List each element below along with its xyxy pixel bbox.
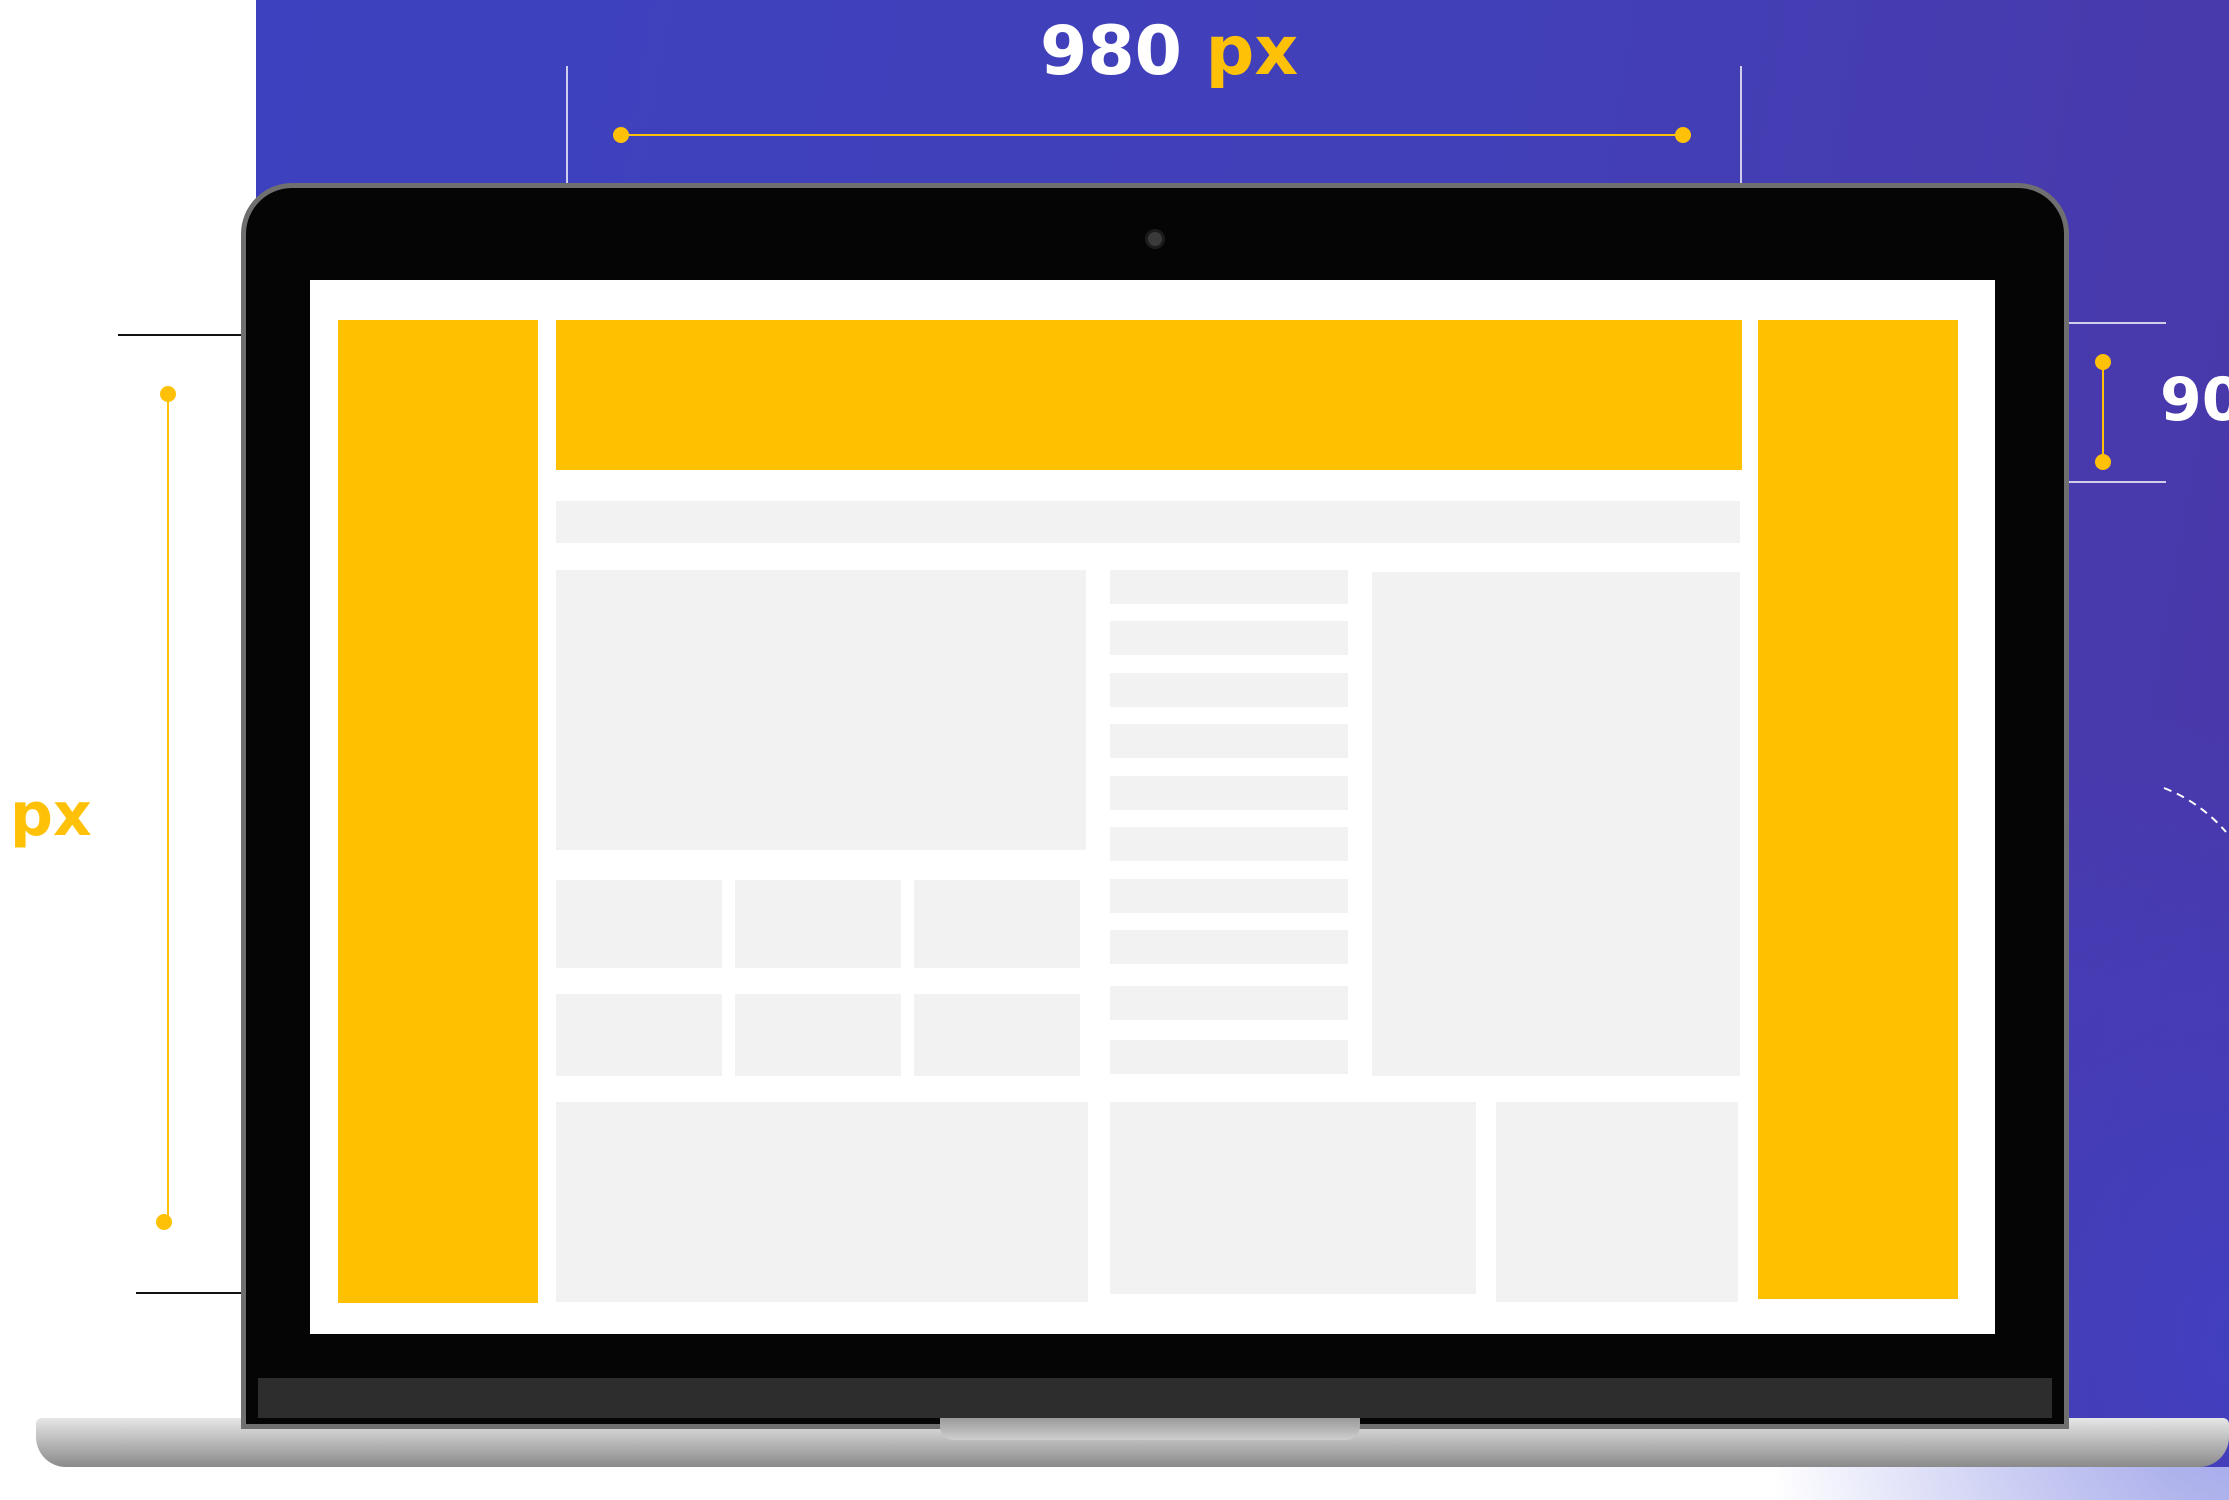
laptop-hinge-notch (940, 1418, 1360, 1440)
hero-content-placeholder (556, 570, 1086, 850)
banner-dimension-end-dot (2095, 454, 2111, 470)
bottom-content-placeholder (556, 1102, 1088, 1302)
banner-height-value: 90 (2160, 365, 2229, 435)
tile-placeholder (556, 880, 722, 968)
bottom-content-placeholder (1496, 1102, 1738, 1302)
list-row-placeholder (1110, 776, 1348, 810)
bottom-content-placeholder (1110, 1102, 1476, 1294)
nav-bar-placeholder (556, 501, 1740, 543)
width-label: 980 px (1040, 12, 1298, 91)
width-unit: px (1205, 12, 1299, 91)
banner-height-label: 90 (2160, 365, 2229, 435)
tile-placeholder (556, 994, 722, 1076)
sidebar-content-placeholder (1372, 572, 1740, 1076)
laptop-screen (310, 280, 1995, 1334)
tile-placeholder (735, 994, 901, 1076)
tile-placeholder (914, 880, 1080, 968)
height-extension-line-top (118, 334, 258, 336)
camera-icon (1148, 232, 1162, 246)
width-extension-line-left (566, 66, 568, 190)
banner-dimension-start-dot (2095, 354, 2111, 370)
list-row-placeholder (1110, 827, 1348, 861)
list-row-placeholder (1110, 986, 1348, 1020)
decorative-dashed-curve (2163, 787, 2227, 833)
width-dimension-start-dot (613, 127, 629, 143)
list-row-placeholder (1110, 930, 1348, 964)
right-skyscraper-ad (1758, 320, 1958, 1299)
height-label: px (10, 780, 92, 850)
height-dimension-end-dot (156, 1214, 172, 1230)
width-value: 980 (1040, 12, 1182, 91)
list-row-placeholder (1110, 879, 1348, 913)
tile-placeholder (914, 994, 1080, 1076)
height-dimension-line (167, 394, 169, 1222)
width-dimension-end-dot (1675, 127, 1691, 143)
list-row-placeholder (1110, 621, 1348, 655)
width-extension-line-right (1740, 66, 1742, 190)
list-row-placeholder (1110, 724, 1348, 758)
width-dimension-line (622, 134, 1684, 136)
list-row-placeholder (1110, 673, 1348, 707)
banner-dimension-line (2102, 362, 2104, 460)
height-unit: px (10, 780, 92, 850)
left-skyscraper-ad (338, 320, 538, 1303)
laptop-chin (258, 1378, 2052, 1418)
height-dimension-start-dot (160, 386, 176, 402)
top-leaderboard-ad (556, 320, 1742, 470)
height-extension-line-bottom (136, 1292, 258, 1294)
tile-placeholder (735, 880, 901, 968)
list-row-placeholder (1110, 570, 1348, 604)
list-row-placeholder (1110, 1040, 1348, 1074)
